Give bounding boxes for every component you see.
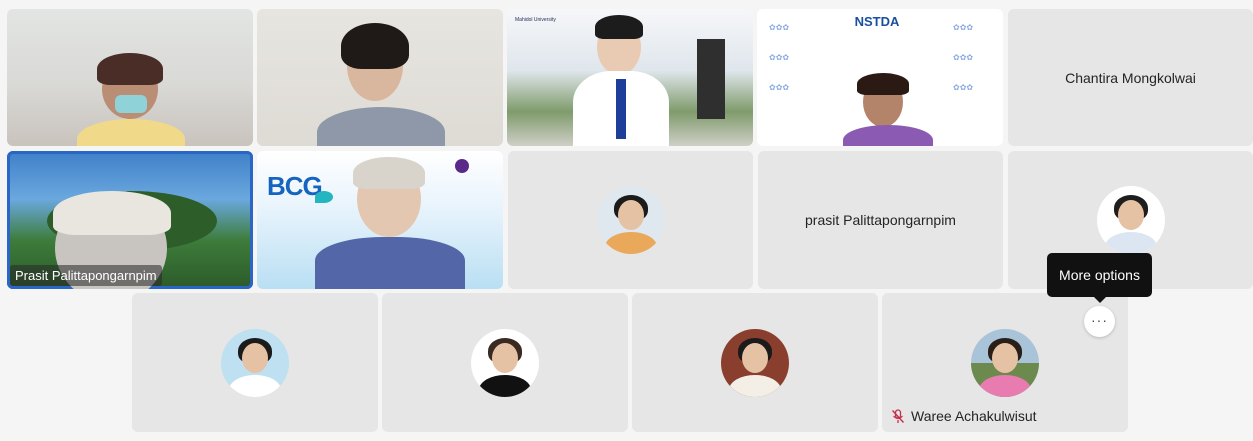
nstda-logo: NSTDA (854, 14, 900, 29)
avatar (971, 328, 1039, 397)
face-mask (115, 95, 147, 113)
participant-avatar-tile[interactable] (382, 293, 628, 432)
mic-off-icon (891, 409, 905, 423)
participant-video-tile[interactable]: Mahidol University (507, 9, 753, 146)
avatar (471, 328, 539, 397)
participant-name-tile[interactable]: Chantira Mongkolwai (1008, 9, 1253, 146)
participant-hair (353, 157, 425, 189)
participant-avatar-tile[interactable] (132, 293, 378, 432)
participant-shirt (317, 107, 445, 146)
participant-video-tile[interactable]: NSTDA ✿✿✿ ✿✿✿ ✿✿✿ ✿✿✿ ✿✿✿ ✿✿✿ (757, 9, 1003, 146)
participant-video-tile[interactable] (7, 9, 253, 146)
avatar (721, 328, 789, 397)
participant-hair (595, 15, 643, 39)
meeting-gallery: Mahidol University NSTDA ✿✿✿ ✿✿✿ ✿✿✿ ✿✿✿… (0, 0, 1253, 441)
participant-hair (97, 53, 163, 85)
participant-name-label: Prasit Palittapongarnpim (10, 265, 162, 286)
statue (697, 39, 725, 119)
participant-name: prasit Palittapongarnpim (805, 212, 956, 228)
participant-name: Waree Achakulwisut (911, 408, 1037, 424)
participant-video-tile[interactable]: BCG (257, 151, 503, 289)
avatar (596, 186, 665, 254)
participant-shirt (77, 119, 185, 146)
participant-hair (857, 73, 909, 95)
university-label: Mahidol University (515, 17, 556, 23)
more-options-button[interactable]: ··· (1084, 306, 1115, 337)
participant-avatar-tile[interactable] (508, 151, 753, 289)
participant-shirt (315, 237, 465, 289)
watermark: ✿✿✿ (953, 23, 974, 32)
watermark: ✿✿✿ (953, 53, 974, 62)
bcg-logo: BCG (267, 171, 323, 201)
participant-hair (53, 191, 171, 235)
participant-name: Chantira Mongkolwai (1065, 69, 1196, 86)
watermark: ✿✿✿ (769, 23, 790, 32)
butterfly (315, 191, 333, 203)
logo-emblem (455, 159, 469, 173)
participant-hair (341, 23, 409, 69)
avatar (221, 328, 289, 397)
watermark: ✿✿✿ (953, 83, 974, 92)
participant-name-tile[interactable]: prasit Palittapongarnpim (758, 151, 1003, 289)
active-speaker-video-tile[interactable]: Prasit Palittapongarnpim (7, 151, 253, 289)
participant-video-tile[interactable] (257, 9, 503, 146)
necktie (616, 79, 626, 139)
watermark: ✿✿✿ (769, 53, 790, 62)
more-options-tooltip: More options (1047, 253, 1152, 303)
watermark: ✿✿✿ (769, 83, 790, 92)
participant-shirt (843, 125, 933, 146)
participant-avatar-tile[interactable] (632, 293, 878, 432)
avatar (1096, 186, 1165, 254)
